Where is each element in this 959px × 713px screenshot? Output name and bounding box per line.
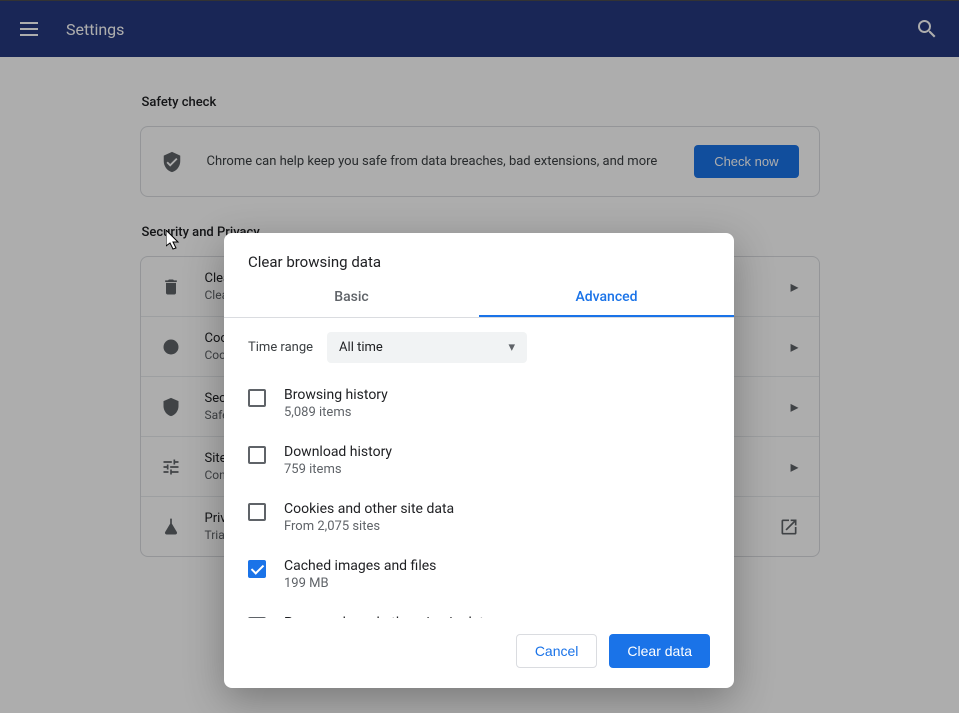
- option-sub: 199 MB: [284, 576, 710, 591]
- option-title: Passwords and other sign-in data: [284, 615, 710, 618]
- option-sub: 5,089 items: [284, 405, 710, 420]
- option-row: Cookies and other site data From 2,075 s…: [248, 489, 710, 546]
- option-row: Browsing history 5,089 items: [248, 375, 710, 432]
- dialog-body[interactable]: Time range All time ▾ Browsing history 5…: [224, 318, 734, 618]
- dialog-title: Clear browsing data: [224, 233, 734, 279]
- checkbox[interactable]: [248, 560, 266, 578]
- dialog-footer: Cancel Clear data: [224, 618, 734, 688]
- option-row: Download history 759 items: [248, 432, 710, 489]
- dialog-tabs: Basic Advanced: [224, 279, 734, 318]
- cancel-button[interactable]: Cancel: [516, 634, 598, 668]
- option-title: Cookies and other site data: [284, 501, 710, 517]
- option-row: Cached images and files 199 MB: [248, 546, 710, 603]
- option-title: Cached images and files: [284, 558, 710, 574]
- option-sub: 759 items: [284, 462, 710, 477]
- option-title: Download history: [284, 444, 710, 460]
- time-range-label: Time range: [248, 340, 313, 355]
- clear-data-button[interactable]: Clear data: [609, 634, 710, 668]
- option-row: Passwords and other sign-in data 17 pass…: [248, 603, 710, 618]
- checkbox[interactable]: [248, 446, 266, 464]
- tab-advanced[interactable]: Advanced: [479, 279, 734, 317]
- time-range-select[interactable]: All time ▾: [327, 332, 527, 363]
- time-range-row: Time range All time ▾: [248, 332, 710, 363]
- checkbox[interactable]: [248, 617, 266, 618]
- checkbox[interactable]: [248, 389, 266, 407]
- clear-browsing-dialog: Clear browsing data Basic Advanced Time …: [224, 233, 734, 688]
- chevron-down-icon: ▾: [509, 340, 516, 355]
- option-sub: From 2,075 sites: [284, 519, 710, 534]
- time-range-value: All time: [339, 340, 383, 355]
- option-title: Browsing history: [284, 387, 710, 403]
- checkbox[interactable]: [248, 503, 266, 521]
- tab-basic[interactable]: Basic: [224, 279, 479, 317]
